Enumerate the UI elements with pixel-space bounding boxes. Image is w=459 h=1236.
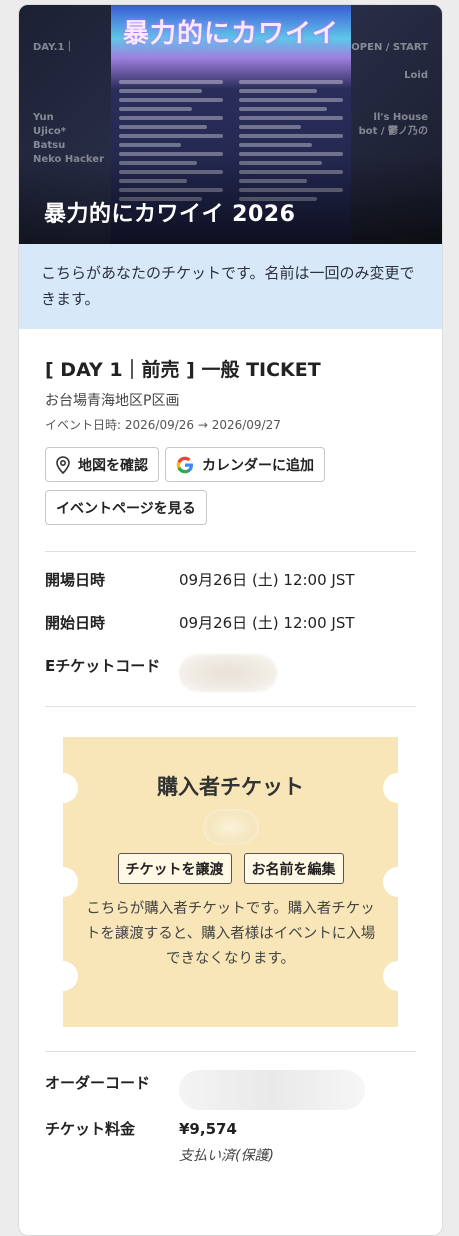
poster-side-decoration-right: OPEN / START Loid ll's House bot / 鬱ノ乃の xyxy=(351,42,428,137)
ticket-notice: こちらがあなたのチケットです。名前は一回のみ変更できます。 xyxy=(19,244,442,329)
event-hero-banner: DAY.1｜YunUjico*BatsuNeko Hacker OPEN / S… xyxy=(19,5,442,244)
google-icon xyxy=(176,456,194,474)
buyer-ticket-description: こちらが購入者チケットです。購入者チケットを譲渡すると、購入者様はイベントに入場… xyxy=(85,901,376,967)
buyer-ticket-section: 購入者チケット チケットを譲渡 お名前を編集 こちらが購入者チケットです。購入者… xyxy=(45,737,416,1027)
buyer-ticket-title: 購入者チケット xyxy=(157,775,304,799)
view-map-button[interactable]: 地図を確認 xyxy=(45,447,159,482)
order-code-label: オーダーコード xyxy=(45,1074,151,1092)
divider xyxy=(45,551,416,552)
divider xyxy=(45,1051,416,1052)
ticket-title: [ DAY 1｜前売 ] 一般 TICKET xyxy=(45,359,321,381)
payment-status: 支払い済(保護) xyxy=(179,1148,274,1164)
start-time-label: 開始日時 xyxy=(45,614,106,632)
start-time-value: 09月26日 (土) 12:00 JST xyxy=(179,614,355,632)
eticket-code-blurred xyxy=(179,654,277,692)
poster-title: 暴力的にカワイイ xyxy=(122,19,339,49)
open-time-label: 開場日時 xyxy=(45,571,106,589)
open-time-value: 09月26日 (土) 12:00 JST xyxy=(179,571,355,589)
poster-side-decoration-left: DAY.1｜YunUjico*BatsuNeko Hacker xyxy=(33,42,104,165)
map-pin-icon xyxy=(56,455,70,474)
add-to-calendar-label: カレンダーに追加 xyxy=(202,457,314,474)
ticket-card: DAY.1｜YunUjico*BatsuNeko Hacker OPEN / S… xyxy=(18,4,443,1236)
edit-name-button[interactable]: お名前を編集 xyxy=(243,853,344,884)
view-map-label: 地図を確認 xyxy=(78,457,148,474)
transfer-ticket-button[interactable]: チケットを譲渡 xyxy=(117,853,232,884)
ticket-price-label: チケット料金 xyxy=(45,1120,136,1138)
divider xyxy=(45,706,416,707)
buyer-name-blurred xyxy=(202,809,259,845)
ticket-price-value: ¥9,574 xyxy=(179,1120,237,1138)
venue-name: お台場青海地区P区画 xyxy=(45,393,180,409)
event-title: 暴力的にカワイイ 2026 xyxy=(44,202,296,227)
view-event-page-label: イベントページを見る xyxy=(56,500,196,517)
event-dates: イベント日時: 2026/09/26 → 2026/09/27 xyxy=(45,418,281,432)
add-to-calendar-button[interactable]: カレンダーに追加 xyxy=(165,447,325,482)
view-event-page-button[interactable]: イベントページを見る xyxy=(45,490,207,525)
eticket-code-label: Eチケットコード xyxy=(45,657,161,675)
order-code-blurred xyxy=(179,1070,365,1110)
